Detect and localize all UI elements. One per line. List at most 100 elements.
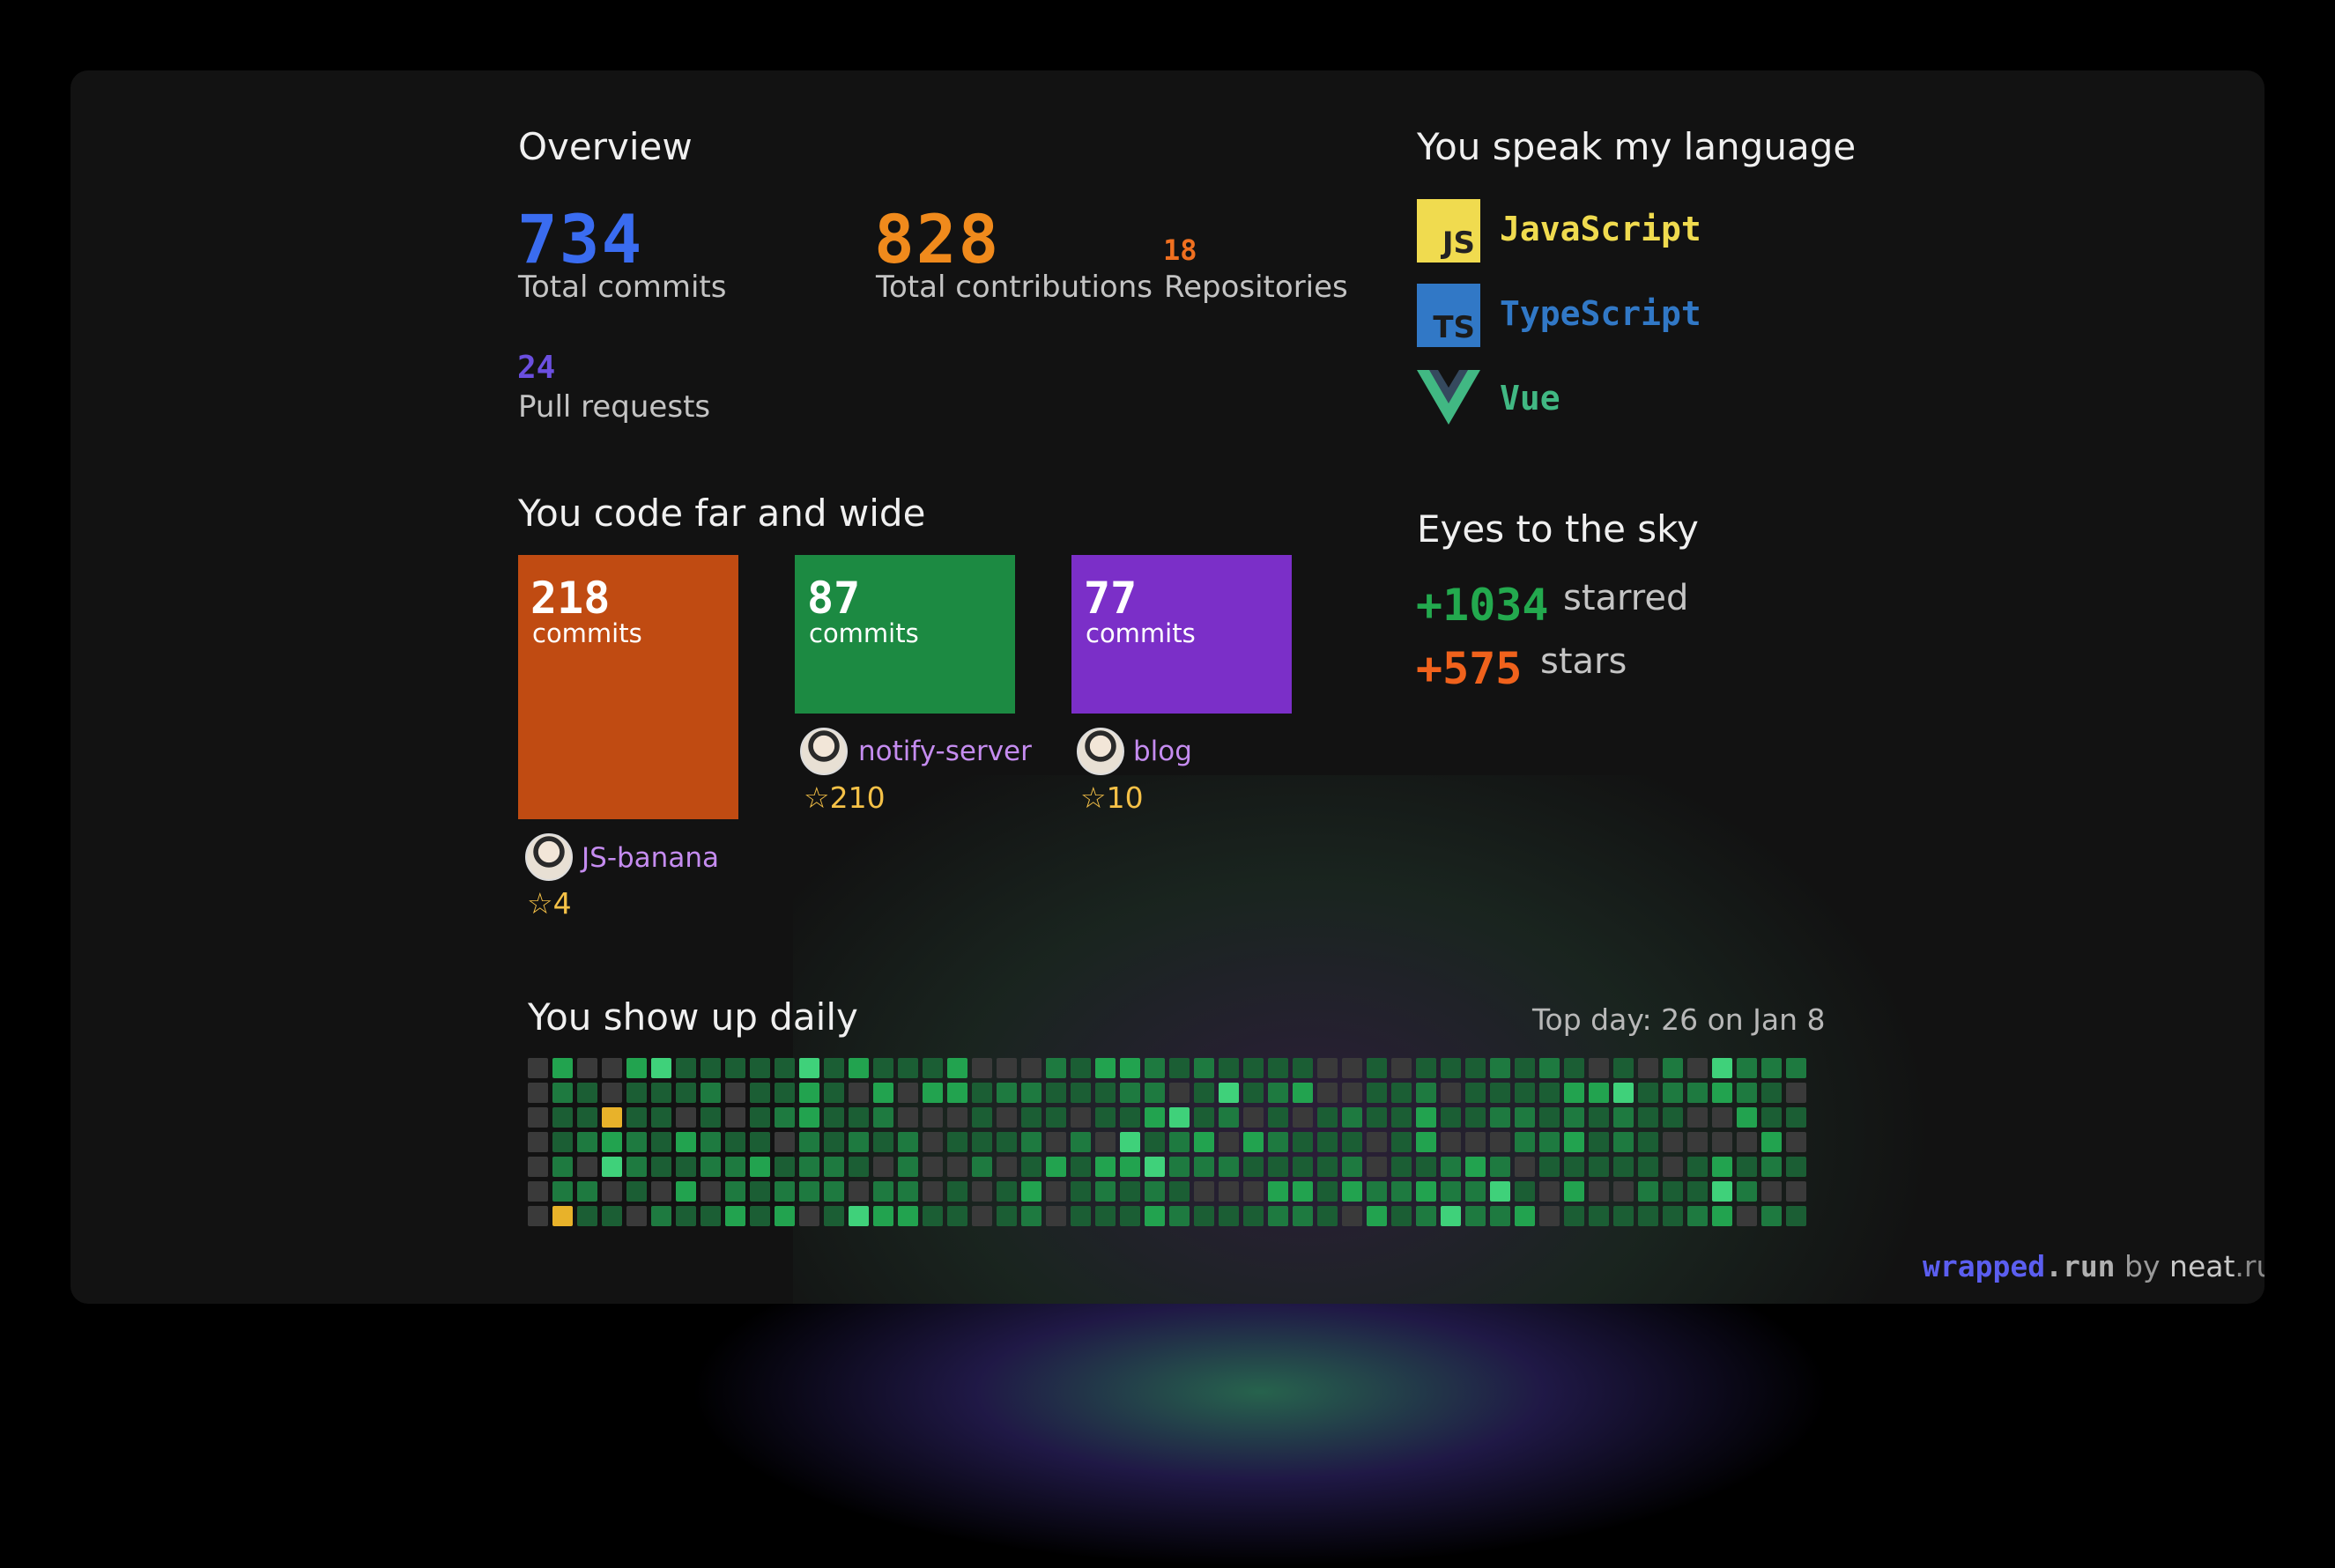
heatmap-cell: [1021, 1181, 1041, 1202]
typescript-icon-badge: TS: [1433, 310, 1475, 345]
heatmap-cell: [552, 1058, 573, 1078]
heatmap-cell: [1268, 1157, 1288, 1177]
language-javascript: JavaScript: [1500, 210, 1701, 248]
heatmap-cell: [602, 1157, 622, 1177]
heatmap-cell: [1490, 1132, 1510, 1152]
footer-brand[interactable]: wrapped: [1923, 1249, 2045, 1283]
footer-by: by: [2115, 1249, 2170, 1283]
heatmap-cell: [1120, 1181, 1140, 1202]
heatmap-cell: [799, 1181, 819, 1202]
heatmap-cell: [1465, 1107, 1486, 1128]
heatmap-cell: [1145, 1132, 1165, 1152]
heatmap-cell: [725, 1206, 745, 1226]
heatmap-cell: [602, 1206, 622, 1226]
pull-requests-value: 24: [517, 350, 556, 386]
heatmap-cell: [1416, 1206, 1436, 1226]
heatmap-cell: [824, 1058, 844, 1078]
heatmap-cell: [1169, 1181, 1190, 1202]
heatmap-cell: [1663, 1132, 1683, 1152]
heatmap-cell: [923, 1107, 943, 1128]
avatar: [1077, 728, 1124, 775]
heatmap-cell: [1194, 1206, 1214, 1226]
heatmap-cell: [1589, 1083, 1609, 1103]
heatmap-cell: [1465, 1132, 1486, 1152]
heatmap-cell: [1737, 1181, 1757, 1202]
heatmap-cell: [1465, 1181, 1486, 1202]
heatmap-cell: [1416, 1083, 1436, 1103]
heatmap-cell: [750, 1083, 770, 1103]
heatmap-cell: [700, 1083, 721, 1103]
heatmap-cell: [873, 1132, 893, 1152]
heatmap-cell: [775, 1083, 795, 1103]
heatmap-cell: [1786, 1107, 1806, 1128]
heatmap-cell: [1786, 1083, 1806, 1103]
heatmap-cell: [1737, 1058, 1757, 1078]
wrapped-card: Overview 734 Total commits 828 Total con…: [70, 70, 2265, 1304]
heatmap-cell: [1021, 1132, 1041, 1152]
heatmap-cell: [1761, 1107, 1782, 1128]
heatmap-cell: [1638, 1206, 1658, 1226]
heatmap-cell: [1663, 1206, 1683, 1226]
heatmap-cell: [1638, 1157, 1658, 1177]
heatmap-cell: [577, 1132, 597, 1152]
heatmap-cell: [750, 1181, 770, 1202]
heatmap-cell: [1145, 1157, 1165, 1177]
heatmap-cell: [1243, 1132, 1264, 1152]
heatmap-cell: [849, 1181, 869, 1202]
heatmap-cell: [1194, 1083, 1214, 1103]
heatmap-cell: [676, 1157, 696, 1177]
repo-stars: ☆4: [527, 886, 572, 921]
heatmap-cell: [972, 1083, 992, 1103]
heatmap-cell: [1564, 1083, 1584, 1103]
repo-link-notify-server[interactable]: notify-server: [858, 736, 1032, 767]
footer-author[interactable]: neat: [2169, 1249, 2235, 1283]
heatmap-cell: [528, 1083, 548, 1103]
daily-title: You show up daily: [528, 995, 858, 1039]
heatmap-cell: [1293, 1107, 1313, 1128]
heatmap-cell: [947, 1181, 967, 1202]
heatmap-cell: [750, 1206, 770, 1226]
heatmap-cell: [898, 1058, 918, 1078]
heatmap-cell: [1021, 1107, 1041, 1128]
heatmap-cell: [1687, 1132, 1708, 1152]
heatmap-cell: [1317, 1132, 1338, 1152]
heatmap-cell: [849, 1206, 869, 1226]
heatmap-cell: [1490, 1107, 1510, 1128]
heatmap-cell: [1342, 1107, 1362, 1128]
heatmap-cell: [1515, 1206, 1535, 1226]
heatmap-cell: [651, 1157, 671, 1177]
starred-label: starred: [1563, 578, 1689, 618]
heatmap-cell: [1071, 1206, 1091, 1226]
heatmap-cell: [626, 1058, 647, 1078]
heatmap-cell: [873, 1058, 893, 1078]
heatmap-cell: [1021, 1083, 1041, 1103]
typescript-icon: TS: [1417, 284, 1480, 347]
heatmap-cell: [1589, 1157, 1609, 1177]
heatmap-cell: [725, 1107, 745, 1128]
heatmap-cell: [997, 1058, 1017, 1078]
repo-link-blog[interactable]: blog: [1133, 736, 1192, 767]
overview-title: Overview: [518, 125, 693, 168]
heatmap-cell: [1021, 1157, 1041, 1177]
heatmap-cell: [1342, 1206, 1362, 1226]
starred-value: +1034: [1416, 580, 1549, 631]
heatmap-cell: [528, 1157, 548, 1177]
heatmap-cell: [1342, 1132, 1362, 1152]
heatmap-cell: [1120, 1206, 1140, 1226]
heatmap-cell: [849, 1058, 869, 1078]
heatmap-cell: [972, 1206, 992, 1226]
heatmap-cell: [1416, 1058, 1436, 1078]
heatmap-cell: [1712, 1107, 1732, 1128]
javascript-icon-badge: JS: [1442, 226, 1475, 261]
repo-link-js-banana[interactable]: JS-banana: [582, 842, 719, 874]
heatmap-cell: [651, 1206, 671, 1226]
heatmap-cell: [1367, 1132, 1387, 1152]
heatmap-cell: [1539, 1083, 1560, 1103]
repo-commits-unit: commits: [532, 618, 642, 648]
heatmap-cell: [1786, 1132, 1806, 1152]
language-typescript: TypeScript: [1500, 294, 1701, 333]
heatmap-cell: [799, 1132, 819, 1152]
heatmap-cell: [1465, 1083, 1486, 1103]
heatmap-cell: [997, 1157, 1017, 1177]
heatmap-cell: [923, 1157, 943, 1177]
